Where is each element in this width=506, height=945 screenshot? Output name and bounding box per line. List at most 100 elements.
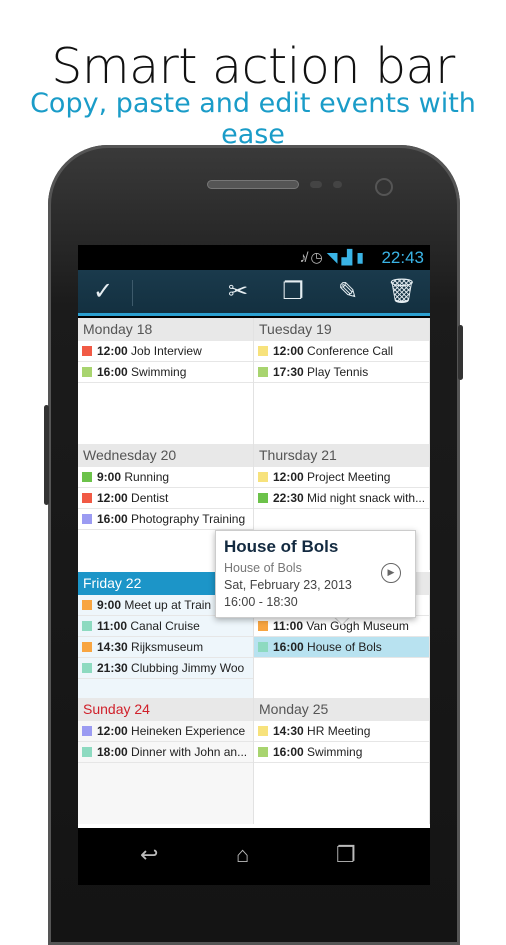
signal-icon: ▟ [341, 249, 357, 265]
divider [132, 280, 133, 306]
popup-date: Sat, February 23, 2013 [224, 578, 352, 592]
event-color-swatch [258, 747, 268, 757]
event-time: 18:00 [97, 745, 128, 759]
event-title: HR Meeting [307, 724, 371, 738]
day-cell[interactable]: Monday 18 12:00 Job Interview 16:00 Swimmi… [78, 318, 254, 444]
event-item[interactable]: 12:00 Heineken Experience [78, 721, 253, 742]
event-title: Dentist [131, 491, 169, 505]
alarm-icon: ◷ [310, 249, 327, 265]
power-button [458, 325, 463, 380]
day-header[interactable]: Wednesday 20 [78, 444, 253, 467]
event-time: 12:00 [97, 491, 128, 505]
event-item[interactable]: 12:00 Conference Call [254, 341, 429, 362]
event-color-swatch [258, 621, 268, 631]
event-color-swatch [258, 642, 268, 652]
popup-location: House of Bols [224, 561, 302, 575]
event-color-swatch [82, 747, 92, 757]
volume-button [44, 405, 49, 505]
day-cell[interactable]: Tuesday 19 12:00 Conference Call 17:30 Pla… [254, 318, 430, 444]
mute-icon: ♪̸ [299, 249, 311, 265]
event-time: 16:00 [97, 512, 128, 526]
event-time: 14:30 [273, 724, 304, 738]
event-time: 12:00 [273, 470, 304, 484]
event-item[interactable]: 12:00 Job Interview [78, 341, 253, 362]
event-time: 16:00 [273, 745, 304, 759]
action-bar: ✓ ✂ ❐ ✎ 🗑 [78, 270, 430, 316]
event-item[interactable]: 21:30 Clubbing Jimmy Woo [78, 658, 253, 679]
event-item[interactable]: 22:30 Mid night snack with... [254, 488, 429, 509]
event-popup[interactable]: House of Bols House of Bols Sat, Februar… [215, 530, 416, 618]
speaker-grille [207, 180, 299, 189]
event-title: Canal Cruise [130, 619, 200, 633]
event-item[interactable]: 14:30 HR Meeting [254, 721, 429, 742]
copy-icon[interactable]: ❐ [276, 278, 310, 306]
event-title: House of Bols [307, 640, 382, 654]
event-time: 9:00 [97, 598, 122, 612]
event-title: Job Interview [131, 344, 202, 358]
event-color-swatch [258, 726, 268, 736]
day-header[interactable]: Tuesday 19 [254, 318, 429, 341]
event-title: Dinner with John an... [131, 745, 248, 759]
event-time: 16:00 [97, 365, 128, 379]
event-color-swatch [82, 642, 92, 652]
event-color-swatch [82, 472, 92, 482]
front-camera [375, 178, 393, 196]
event-title: Swimming [131, 365, 187, 379]
day-header[interactable]: Thursday 21 [254, 444, 429, 467]
clock: 22:43 [381, 248, 424, 267]
event-color-swatch [258, 493, 268, 503]
event-item[interactable]: 16:00 House of Bols [254, 637, 429, 658]
event-color-swatch [258, 367, 268, 377]
event-item[interactable]: 12:00 Project Meeting [254, 467, 429, 488]
wifi-icon: ◥ [326, 249, 342, 265]
event-time: 12:00 [273, 344, 304, 358]
event-color-swatch [82, 346, 92, 356]
event-color-swatch [258, 346, 268, 356]
event-item[interactable]: 11:00 Canal Cruise [78, 616, 253, 637]
nav-bar: ↩ ⌂ ❐ [78, 828, 430, 885]
event-color-swatch [82, 663, 92, 673]
popup-time: 16:00 - 18:30 [224, 595, 298, 609]
event-item[interactable]: 12:00 Dentist [78, 488, 253, 509]
day-header[interactable]: Monday 25 [254, 698, 429, 721]
event-time: 9:00 [97, 470, 122, 484]
event-time: 12:00 [97, 724, 128, 738]
event-title: Swimming [307, 745, 363, 759]
event-color-swatch [82, 493, 92, 503]
day-cell[interactable]: Monday 25 14:30 HR Meeting 16:00 Swimming [254, 698, 430, 824]
event-color-swatch [258, 472, 268, 482]
event-item[interactable]: 18:00 Dinner with John an... [78, 742, 253, 763]
promo-subtitle: Copy, paste and edit events with ease [30, 88, 476, 150]
event-item[interactable]: 14:30 Rijksmuseum [78, 637, 253, 658]
delete-icon[interactable]: 🗑 [385, 278, 419, 306]
open-event-icon[interactable]: ▶ [381, 563, 401, 583]
back-icon[interactable]: ↩ [140, 842, 158, 868]
event-title: Rijksmuseum [131, 640, 204, 654]
recent-apps-icon[interactable]: ❐ [336, 842, 356, 868]
event-item[interactable]: 16:00 Swimming [254, 742, 429, 763]
event-title: Clubbing Jimmy Woo [131, 661, 245, 675]
check-icon[interactable]: ✓ [86, 278, 120, 306]
event-item[interactable]: 16:00 Photography Training [78, 509, 253, 530]
event-color-swatch [82, 726, 92, 736]
event-time: 11:00 [97, 619, 128, 633]
event-title: Project Meeting [307, 470, 391, 484]
event-title: Heineken Experience [131, 724, 246, 738]
sensor [310, 181, 322, 188]
event-item[interactable]: 16:00 Swimming [78, 362, 253, 383]
event-color-swatch [82, 514, 92, 524]
event-item[interactable]: 9:00 Running [78, 467, 253, 488]
status-icons: ♪̸◷◥▟▮ [300, 249, 369, 266]
day-header[interactable]: Monday 18 [78, 318, 253, 341]
event-time: 17:30 [273, 365, 304, 379]
home-icon[interactable]: ⌂ [236, 842, 249, 868]
event-title: Play Tennis [307, 365, 369, 379]
event-item[interactable]: 17:30 Play Tennis [254, 362, 429, 383]
edit-icon[interactable]: ✎ [331, 278, 365, 306]
event-title: Van Gogh Museum [306, 619, 409, 633]
cut-icon[interactable]: ✂ [221, 278, 255, 306]
day-cell[interactable]: Sunday 24 12:00 Heineken Experience 18:00 … [78, 698, 254, 824]
event-title: Meet up at Train S [124, 598, 223, 612]
day-header[interactable]: Sunday 24 [78, 698, 253, 721]
battery-icon: ▮ [356, 249, 368, 265]
